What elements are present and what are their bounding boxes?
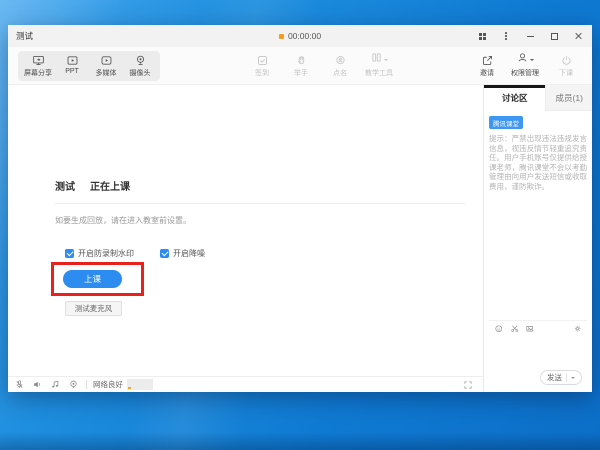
media-icon: [100, 54, 113, 67]
gear-icon: [573, 324, 583, 334]
chat-settings-button[interactable]: [573, 324, 583, 334]
webcam-status-button[interactable]: [68, 379, 79, 390]
brand-badge: 腾讯课堂: [489, 116, 523, 129]
camera-button[interactable]: 摄像头: [124, 54, 156, 78]
speaker-icon: [32, 379, 43, 390]
end-class-button[interactable]: 下课: [550, 54, 582, 78]
smiley-icon: [494, 324, 504, 334]
minimize-button[interactable]: [524, 30, 536, 42]
microphone-muted-icon: [14, 379, 25, 390]
close-button[interactable]: [572, 30, 584, 42]
chevron-down-icon[interactable]: [571, 377, 575, 381]
screen-share-icon: [32, 54, 45, 67]
permission-manage-button[interactable]: 权限管理: [509, 54, 541, 78]
teaching-tools-icon: [370, 51, 383, 69]
checkbox-checked-icon: [65, 249, 74, 258]
ppt-button[interactable]: PPT: [56, 54, 88, 75]
timer-value: 00:00:00: [288, 31, 321, 41]
maximize-icon: [551, 33, 558, 40]
chevron-down-icon: [384, 59, 388, 63]
noise-reduction-checkbox[interactable]: 开启降噪: [160, 248, 205, 259]
multimedia-button[interactable]: 多媒体: [90, 54, 122, 78]
app-window: 测试 00:00:00 屏幕分享: [8, 25, 592, 392]
class-timer: 00:00:00: [279, 31, 321, 41]
send-image-button[interactable]: [525, 324, 535, 334]
layout-grid-button[interactable]: [476, 30, 488, 42]
webcam-icon: [68, 379, 79, 390]
minimize-icon: [527, 36, 534, 37]
chat-sidebar: 讨论区 成员(1) 腾讯课堂 提示：严禁出现违法违规发言信息，视违反情节轻重追究…: [483, 85, 592, 392]
fullscreen-icon: [463, 380, 473, 390]
watermark-checkbox[interactable]: 开启防录制水印: [65, 248, 134, 259]
ppt-icon: [66, 54, 79, 67]
raise-hand-icon: [295, 54, 308, 67]
window-title: 测试: [16, 30, 33, 42]
desktop-background: 测试 00:00:00 屏幕分享: [0, 0, 600, 450]
tab-discussion[interactable]: 讨论区: [484, 85, 545, 111]
class-tools-group: 签到 举手 点名: [246, 54, 395, 78]
sidebar-tabs: 讨论区 成员(1): [484, 85, 592, 111]
network-status-text: 网络良好: [93, 379, 123, 390]
start-class-button[interactable]: 上课: [63, 270, 122, 288]
chat-toolbar: [489, 320, 587, 336]
send-button-label: 发送: [547, 372, 562, 383]
device-statusbar: 网络良好: [8, 376, 483, 392]
title-divider: [55, 203, 465, 204]
titlebar: 测试 00:00:00: [8, 25, 592, 47]
main-toolbar: 屏幕分享 PPT 多媒体: [8, 47, 592, 85]
check-in-icon: [256, 54, 269, 67]
checkbox-row: 开启防录制水印 开启降噪: [65, 248, 205, 259]
fullscreen-button[interactable]: [463, 380, 473, 390]
share-tools-group: 屏幕分享 PPT 多媒体: [18, 51, 160, 81]
end-class-icon: [560, 54, 573, 67]
recording-dot-icon: [279, 34, 284, 39]
music-note-icon: [50, 379, 61, 390]
invite-icon: [481, 54, 494, 67]
classroom-main-area: 测试 正在上课 如要生成回放，请在进入教室前设置。 开启防录制水印 开启降噪: [8, 85, 483, 392]
chat-input[interactable]: [489, 336, 587, 370]
screenshot-button[interactable]: [510, 324, 520, 334]
emoji-button[interactable]: [494, 324, 504, 334]
window-body: 测试 正在上课 如要生成回放，请在进入教室前设置。 开启防录制水印 开启降噪: [8, 85, 592, 392]
window-controls: [476, 30, 584, 42]
camera-icon: [134, 54, 147, 67]
tab-members[interactable]: 成员(1): [545, 85, 592, 111]
class-title-row: 测试 正在上课: [55, 178, 130, 193]
test-microphone-button[interactable]: 测试麦克风: [65, 301, 122, 316]
room-status: 正在上课: [90, 178, 130, 193]
chat-message-area: [489, 191, 587, 320]
teaching-tools-button[interactable]: 教学工具: [363, 54, 395, 78]
roll-call-button[interactable]: 点名: [324, 54, 356, 78]
raise-hand-button[interactable]: 举手: [285, 54, 317, 78]
vertical-dots-icon: [505, 32, 507, 40]
end-class-wrap: 下课: [550, 54, 582, 78]
discussion-content: 腾讯课堂 提示：严禁出现违法违规发言信息，视违反情节轻重追究责任。用户手机账号仅…: [484, 111, 592, 392]
system-notice-text: 提示：严禁出现违法违规发言信息，视违反情节轻重追究责任。用户手机账号仅提供给授课…: [489, 134, 587, 191]
roll-call-icon: [334, 54, 347, 67]
send-button[interactable]: 发送: [540, 370, 582, 385]
manage-tools-group: 邀请 权限管理: [471, 54, 541, 78]
network-signal-meter: [127, 379, 153, 390]
invite-button[interactable]: 邀请: [471, 54, 503, 78]
maximize-button[interactable]: [548, 30, 560, 42]
close-icon: [574, 32, 582, 40]
image-icon: [525, 324, 535, 334]
more-menu-button[interactable]: [500, 30, 512, 42]
checkbox-checked-icon: [160, 249, 169, 258]
scissors-icon: [510, 324, 520, 334]
statusbar-separator: [86, 380, 87, 389]
chevron-down-icon: [530, 59, 534, 63]
room-title: 测试: [55, 178, 75, 193]
playback-hint-text: 如要生成回放，请在进入教室前设置。: [55, 215, 191, 226]
speaker-button[interactable]: [32, 379, 43, 390]
microphone-muted-button[interactable]: [14, 379, 25, 390]
send-button-divider: [566, 373, 567, 382]
grid-icon: [479, 33, 486, 40]
screen-share-button[interactable]: 屏幕分享: [22, 54, 54, 78]
send-row: 发送: [489, 370, 587, 392]
permission-user-icon: [516, 51, 529, 69]
check-in-button[interactable]: 签到: [246, 54, 278, 78]
background-music-button[interactable]: [50, 379, 61, 390]
